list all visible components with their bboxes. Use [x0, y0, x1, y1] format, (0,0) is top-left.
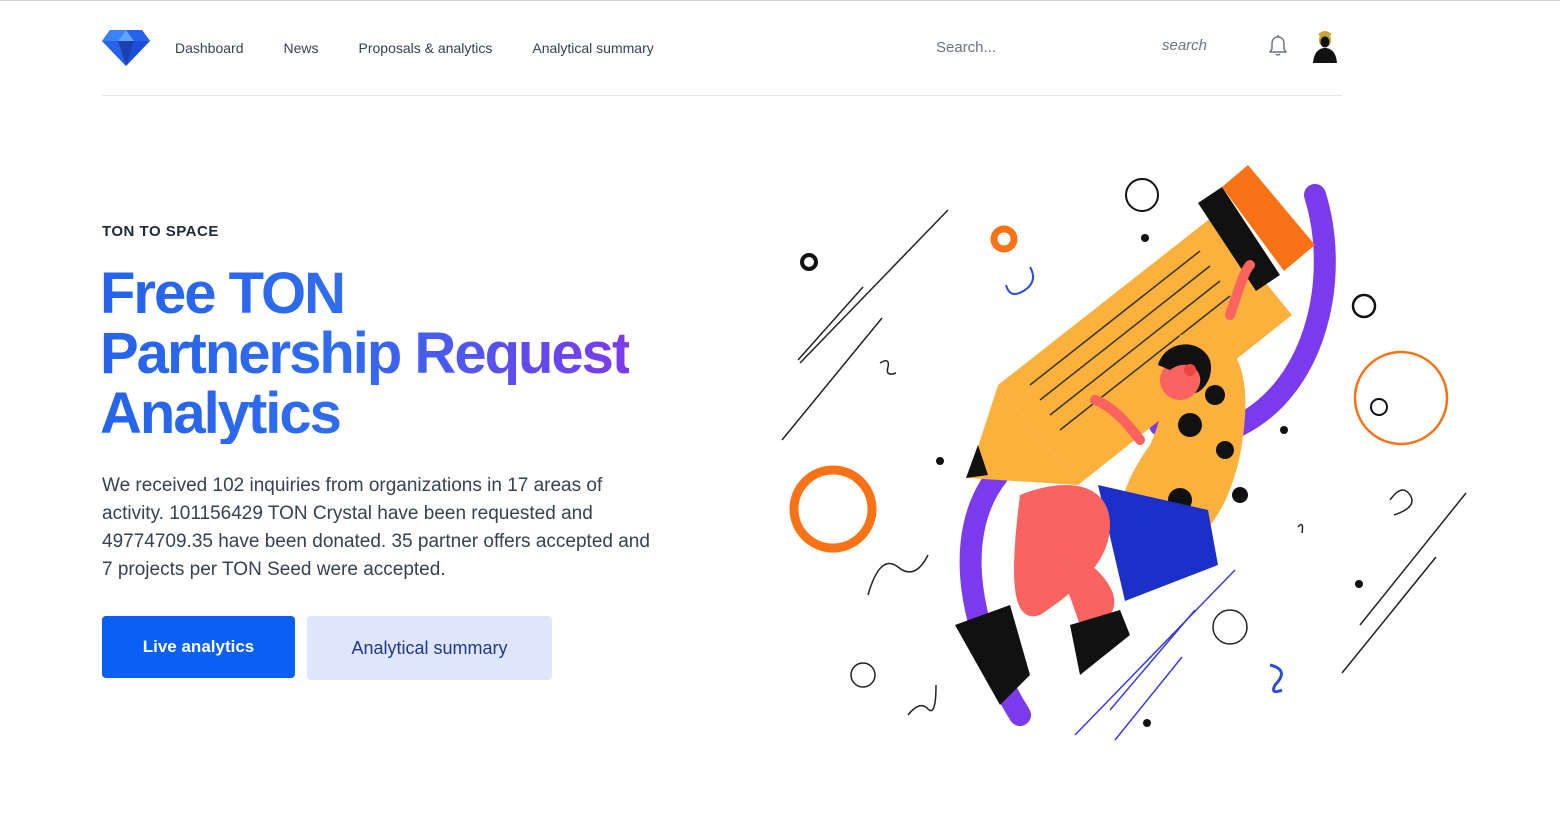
analytical-summary-button[interactable]: Analytical summary: [307, 616, 552, 680]
search-button[interactable]: search: [1162, 37, 1207, 54]
hero-description: We received 102 inquiries from organizat…: [102, 475, 650, 580]
illustration-decorations: [781, 178, 1467, 741]
headline-line-2: Partnership Request: [100, 321, 630, 386]
live-analytics-button[interactable]: Live analytics: [102, 616, 295, 678]
nav-link-proposals[interactable]: Proposals & analytics: [359, 38, 493, 58]
hero-eyebrow: TON TO SPACE: [102, 223, 219, 240]
nav-link-analytical-summary[interactable]: Analytical summary: [532, 38, 653, 58]
avatar-icon[interactable]: [1311, 31, 1339, 63]
hero-headline: Free TON Partnership Request Analytics: [100, 264, 629, 444]
headline-line-1: Free TON: [100, 261, 345, 326]
headline-line-3: Analytics: [100, 381, 340, 446]
hero-illustration: [781, 165, 1467, 741]
main-nav: Dashboard News Proposals & analytics Ana…: [175, 38, 694, 58]
bell-icon[interactable]: [1268, 34, 1288, 58]
search-input[interactable]: [924, 30, 1148, 64]
top-header: Dashboard News Proposals & analytics Ana…: [102, 0, 1342, 96]
search-box: search: [924, 30, 1224, 64]
diamond-logo-icon[interactable]: [102, 28, 150, 66]
nav-link-dashboard[interactable]: Dashboard: [175, 38, 244, 58]
nav-link-news[interactable]: News: [284, 38, 319, 58]
